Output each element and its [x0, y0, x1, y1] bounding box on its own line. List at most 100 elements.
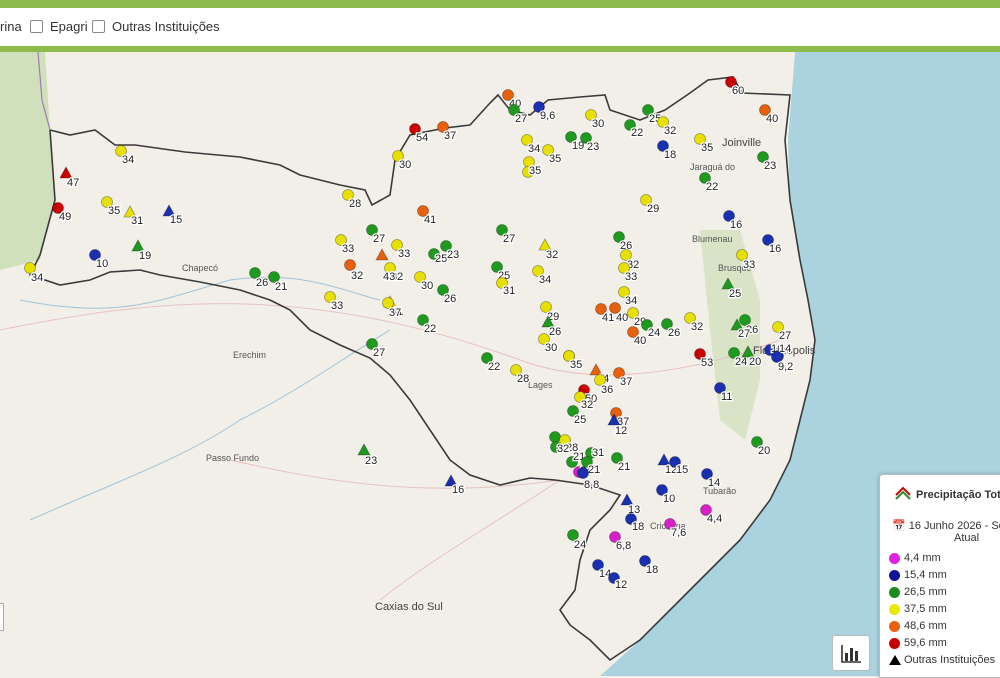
station-value-label: 32	[546, 249, 558, 261]
station-value-label: 54	[416, 132, 428, 144]
station-value-label: 18	[646, 564, 658, 576]
vegetation-west	[0, 52, 55, 270]
station-value-label: 15	[676, 464, 688, 476]
station-marker[interactable]	[549, 431, 561, 443]
station-value-label: 8,8	[584, 479, 599, 491]
station-value-label: 49	[59, 211, 71, 223]
legend-other-institutions: Outras Instituições	[889, 654, 995, 666]
city-label: Lages	[528, 380, 553, 390]
station-value-label: 47	[67, 177, 79, 189]
station-value-label: 30	[399, 159, 411, 171]
legend-class-label: 48,6 mm	[904, 620, 947, 632]
legend-class: 48,6 mm	[889, 620, 947, 632]
station-marker[interactable]	[577, 467, 589, 479]
station-value-label: 37	[389, 307, 401, 319]
station-value-label: 26	[549, 326, 561, 338]
station-value-label: 34	[528, 143, 540, 155]
station-value-label: 33	[743, 259, 755, 271]
filter-santa-catarina[interactable]: rina	[0, 19, 22, 34]
station-value-label: 14	[708, 477, 720, 489]
station-value-label: 6,8	[616, 540, 631, 552]
station-value-label: 18	[664, 149, 676, 161]
outras-checkbox[interactable]	[92, 20, 105, 33]
legend-title: Precipitação Tot	[916, 489, 1000, 501]
station-value-label: 28	[517, 373, 529, 385]
station-value-label: 41	[424, 214, 436, 226]
legend-class-label: 4,4 mm	[904, 552, 941, 564]
station-value-label: 32	[557, 443, 569, 455]
station-marker[interactable]	[344, 259, 356, 271]
bar-chart-icon	[841, 645, 861, 663]
station-value-label: 37	[444, 130, 456, 142]
station-value-label: 27	[515, 113, 527, 125]
station-value-label: 20	[758, 445, 770, 457]
legend-class: 15,4 mm	[889, 569, 947, 581]
station-value-label: 15	[170, 214, 182, 226]
station-triangle-marker[interactable]	[375, 248, 389, 261]
station-value-label: 32	[691, 321, 703, 333]
filter-label: Epagri	[50, 19, 88, 34]
station-value-label: 23	[764, 160, 776, 172]
station-value-label: 22	[424, 323, 436, 335]
station-value-label: 22	[488, 361, 500, 373]
station-value-label: 21	[588, 464, 600, 476]
epagri-checkbox[interactable]	[30, 20, 43, 33]
station-value-label: 35	[701, 142, 713, 154]
station-value-label: 22	[706, 181, 718, 193]
station-value-label: 30	[421, 280, 433, 292]
legend-swatch	[889, 552, 900, 564]
station-value-label: 33	[398, 248, 410, 260]
station-value-label: 40	[634, 335, 646, 347]
station-value-label: 34	[122, 154, 134, 166]
station-value-label: 30	[592, 118, 604, 130]
station-value-label: 31	[503, 285, 515, 297]
epagri-logo-icon	[895, 486, 911, 500]
filter-outras-instituicoes[interactable]: Outras Instituições	[92, 19, 220, 34]
city-label: Passo Fundo	[206, 453, 259, 463]
legend-class-label: 26,5 mm	[904, 586, 947, 598]
station-value-label: 19	[139, 250, 151, 262]
legend-swatch	[889, 603, 900, 615]
station-value-label: 18	[632, 521, 644, 533]
chart-button[interactable]	[832, 635, 870, 671]
station-value-label: 22	[631, 127, 643, 139]
station-value-label: 7,6	[671, 527, 686, 539]
legend-panel: Precipitação Tot 📅 16 Junho 2026 - So At…	[879, 474, 1000, 678]
top-green-stripe	[0, 0, 1000, 8]
legend-class: 4,4 mm	[889, 552, 941, 564]
station-value-label: 27	[738, 328, 750, 340]
filter-label: Outras Instituições	[112, 19, 220, 34]
station-value-label: 32	[581, 399, 593, 411]
map-canvas[interactable]: Joinville Jaraguá do Blumenau Brusque Fl…	[0, 52, 1000, 676]
legend-class-label: 15,4 mm	[904, 569, 947, 581]
station-value-label: 24	[735, 356, 747, 368]
station-value-label: 12	[615, 579, 627, 591]
station-value-label: 34	[539, 274, 551, 286]
legend-class: 59,6 mm	[889, 637, 947, 649]
station-value-label: 31	[131, 215, 143, 227]
station-value-label: 31	[592, 447, 604, 459]
station-value-label: 26	[668, 327, 680, 339]
station-value-label: 16	[452, 484, 464, 496]
station-value-label: 12	[615, 425, 627, 437]
road	[379, 479, 561, 601]
station-value-label: 34	[625, 295, 637, 307]
station-value-label: 23	[587, 141, 599, 153]
legend-class-label: Outras Instituições	[904, 654, 996, 666]
station-value-label: 34	[31, 272, 43, 284]
city-label: Joinville	[722, 137, 761, 149]
legend-swatch	[889, 637, 900, 649]
station-value-label: 25	[435, 253, 447, 265]
station-value-label: 10	[96, 258, 108, 270]
legend-date: 📅 16 Junho 2026 - So	[892, 519, 1000, 532]
station-triangle-marker[interactable]	[357, 443, 371, 456]
zoom-control-edge[interactable]	[0, 603, 4, 631]
legend-class: 26,5 mm	[889, 586, 947, 598]
filter-epagri[interactable]: Epagri	[30, 19, 88, 34]
station-value-label: 41	[602, 312, 614, 324]
station-value-label: 21	[275, 281, 287, 293]
station-value-label: 40	[616, 312, 628, 324]
station-value-label: 32	[664, 125, 676, 137]
top-filter-bar: rina Epagri Outras Instituições	[0, 0, 1000, 52]
legend-class-label: 37,5 mm	[904, 603, 947, 615]
